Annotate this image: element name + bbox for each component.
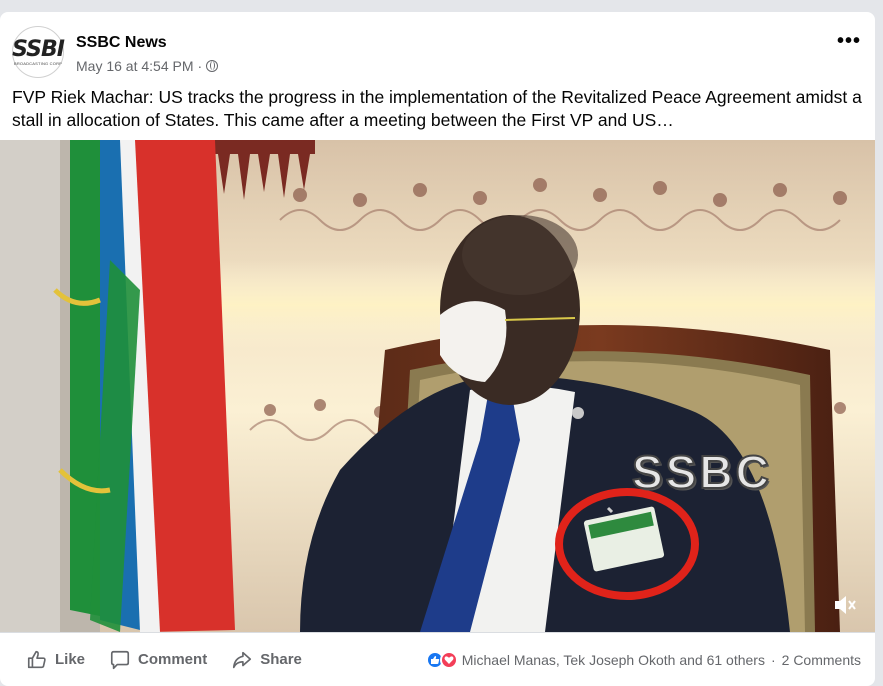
like-label: Like	[55, 651, 86, 668]
video-frame	[0, 140, 875, 632]
post-meta: May 16 at 4:54 PM ·	[76, 58, 219, 74]
comments-count-link[interactable]: 2 Comments	[782, 652, 861, 668]
video-player[interactable]: SSBC	[0, 140, 875, 632]
reactions-separator: ·	[770, 652, 776, 668]
avatar-subtext: BROADCASTING CORP	[13, 60, 63, 66]
share-button[interactable]: Share	[231, 649, 302, 671]
meta-separator: ·	[197, 58, 203, 74]
post-timestamp[interactable]: May 16 at 4:54 PM	[76, 58, 194, 74]
page-name-link[interactable]: SSBC News	[76, 34, 167, 52]
comment-bubble-icon	[110, 650, 130, 669]
comment-label: Comment	[138, 651, 208, 668]
share-arrow-icon	[233, 651, 252, 668]
thumbs-up-icon	[27, 650, 46, 668]
ssbc-watermark: SSBC	[631, 445, 772, 499]
page-avatar[interactable]: SSBI BROADCASTING CORP	[12, 26, 65, 78]
post-header: SSBI BROADCASTING CORP SSBC News May 16 …	[12, 26, 863, 80]
action-bar: Like Comment Share Michael Manas, Tek Jo…	[0, 632, 875, 686]
reactor-names[interactable]: Michael Manas, Tek Joseph Okoth and 61 o…	[462, 652, 765, 668]
avatar-logo: SSBI	[12, 36, 65, 62]
post-caption: FVP Riek Machar: US tracks the progress …	[12, 87, 862, 130]
comment-button[interactable]: Comment	[109, 649, 207, 671]
reactions-summary: Michael Manas, Tek Joseph Okoth and 61 o…	[425, 651, 861, 669]
post-card: SSBI BROADCASTING CORP SSBC News May 16 …	[0, 12, 875, 686]
more-options-icon[interactable]: •••	[837, 30, 861, 53]
like-button[interactable]: Like	[26, 649, 85, 671]
share-label: Share	[260, 651, 302, 668]
globe-icon	[206, 60, 219, 72]
love-reaction-icon[interactable]	[439, 651, 458, 669]
muted-speaker-icon[interactable]	[832, 592, 858, 618]
